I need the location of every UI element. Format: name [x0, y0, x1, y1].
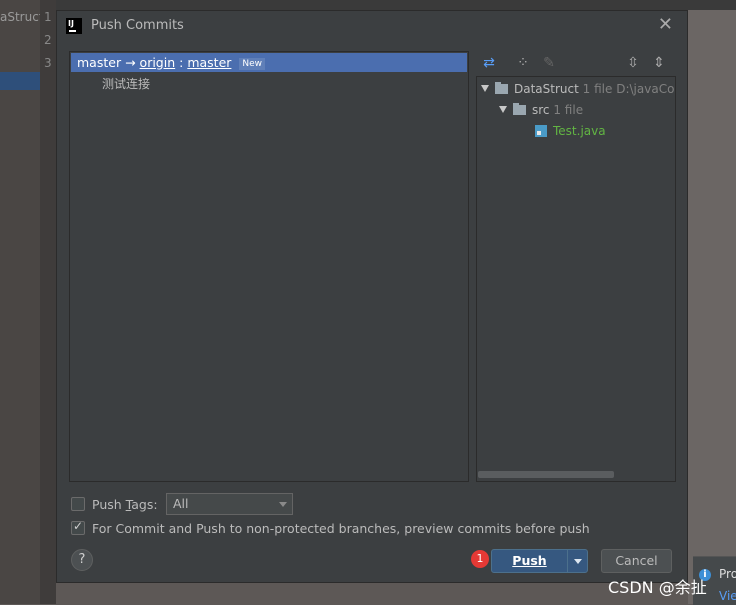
arrow-icon: → — [125, 55, 136, 70]
dialog-title: Push Commits — [91, 18, 184, 33]
notification-link[interactable]: Vie — [719, 589, 736, 603]
push-commits-dialog: IJ Push Commits ✕ master → origin : mast… — [56, 10, 688, 583]
changes-tree[interactable]: DataStruct 1 file D:\javaCod src 1 file … — [476, 76, 676, 482]
tags-select-value: All — [173, 496, 189, 511]
project-selection — [0, 72, 40, 90]
java-file-icon — [535, 125, 547, 137]
push-button-label[interactable]: Push — [492, 550, 567, 572]
push-tags-checkbox[interactable] — [71, 497, 85, 511]
project-name-fragment: aStruct — [0, 10, 44, 24]
csdn-watermark: CSDN @余扯 — [608, 578, 707, 597]
local-branch: master — [77, 55, 122, 70]
root-name: DataStruct — [514, 82, 579, 96]
file-name: Test.java — [553, 124, 606, 138]
preview-label: For Commit and Push to non-protected bra… — [92, 521, 590, 536]
push-button[interactable]: Push — [491, 549, 588, 573]
tree-root[interactable]: DataStruct 1 file D:\javaCod — [481, 80, 676, 98]
branch-row[interactable]: master → origin : master New — [71, 53, 467, 72]
chevron-down-icon — [279, 502, 287, 507]
new-badge: New — [239, 58, 266, 70]
tree-file[interactable]: Test.java — [535, 122, 606, 140]
push-dropdown-icon[interactable] — [568, 550, 587, 572]
folder-icon — [513, 103, 526, 115]
tags-select[interactable]: All — [166, 493, 293, 515]
background-right — [688, 10, 736, 604]
commits-tree[interactable]: master → origin : master New 测试连接 — [69, 51, 469, 482]
help-button[interactable]: ? — [71, 549, 93, 571]
cancel-button[interactable]: Cancel — [601, 549, 672, 573]
module-icon — [495, 82, 508, 94]
commit-item[interactable]: 测试连接 — [102, 75, 150, 92]
diff-icon[interactable]: ⇄ — [479, 53, 499, 73]
push-tags-label-pre: Push — [92, 497, 126, 512]
push-tags-option[interactable]: Push Tags: — [71, 497, 158, 512]
expand-arrow-icon[interactable] — [499, 106, 507, 113]
edit-icon[interactable]: ✎ — [539, 53, 559, 73]
root-count: 1 file — [582, 82, 613, 96]
notification-text: Pro — [719, 567, 736, 581]
collapse-all-icon[interactable]: ⇕ — [649, 53, 669, 73]
expand-arrow-icon[interactable] — [481, 85, 489, 92]
horizontal-scrollbar[interactable] — [478, 471, 614, 478]
remote-branch-link[interactable]: master — [187, 55, 231, 70]
root-path: D:\javaCod — [616, 82, 676, 96]
folder-name: src — [532, 103, 550, 117]
step-marker: 1 — [471, 550, 489, 568]
group-by-icon[interactable]: ⁘ — [513, 53, 533, 73]
tree-folder[interactable]: src 1 file — [499, 101, 583, 119]
changes-toolbar: ⇄ ⁘ ✎ ⇳ ⇕ — [477, 51, 677, 75]
preview-checkbox[interactable] — [71, 519, 85, 535]
dialog-titlebar: IJ Push Commits ✕ — [57, 11, 687, 41]
project-panel-background: aStruct — [0, 0, 44, 604]
close-icon[interactable]: ✕ — [658, 14, 673, 35]
push-tags-label-post: ags: — [131, 497, 158, 512]
branch-separator: : — [179, 55, 184, 70]
preview-option[interactable]: For Commit and Push to non-protected bra… — [71, 519, 590, 536]
intellij-icon: IJ — [66, 18, 82, 34]
line-number: 3 — [44, 56, 52, 70]
line-number: 2 — [44, 33, 52, 47]
line-number: 1 — [44, 10, 52, 24]
expand-all-icon[interactable]: ⇳ — [623, 53, 643, 73]
editor-gutter: 1 2 3 — [40, 0, 56, 604]
folder-count: 1 file — [553, 103, 584, 117]
remote-link[interactable]: origin — [140, 55, 176, 70]
editor-tabs-background — [56, 0, 736, 10]
